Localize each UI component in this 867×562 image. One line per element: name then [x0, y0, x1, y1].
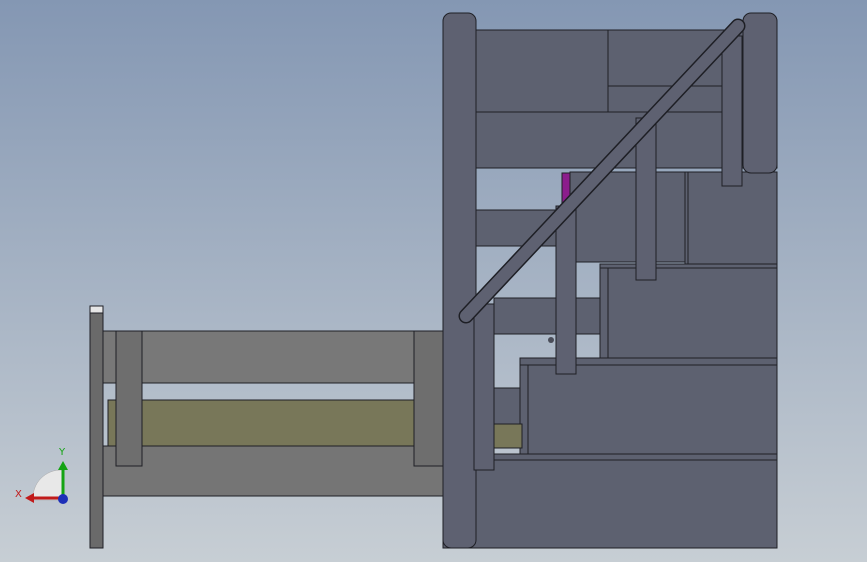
baluster-2[interactable]	[555, 205, 577, 375]
lower-crossbar[interactable]	[493, 297, 605, 335]
z-axis-origin-icon	[58, 494, 68, 504]
bolt-dot	[548, 337, 554, 343]
end-plate-cap	[89, 305, 104, 314]
model-view[interactable]: Y X	[0, 0, 867, 562]
cad-viewport[interactable]: Y X	[0, 0, 867, 562]
olive-sliver	[493, 423, 523, 449]
olive-panel[interactable]	[107, 399, 446, 447]
frame-left-post[interactable]	[115, 330, 143, 467]
frame-bottom-beam[interactable]	[99, 445, 446, 497]
baluster-4[interactable]	[721, 35, 743, 187]
baluster-1[interactable]	[473, 303, 495, 471]
x-axis-label: X	[15, 489, 22, 500]
y-axis-label: Y	[58, 447, 66, 458]
frame-right-post[interactable]	[413, 330, 445, 467]
frame-top-beam[interactable]	[99, 330, 446, 384]
left-main-post[interactable]	[442, 12, 477, 549]
frame-end-plate[interactable]	[89, 311, 104, 549]
step-2[interactable]	[599, 263, 778, 361]
right-main-post[interactable]	[742, 12, 778, 174]
